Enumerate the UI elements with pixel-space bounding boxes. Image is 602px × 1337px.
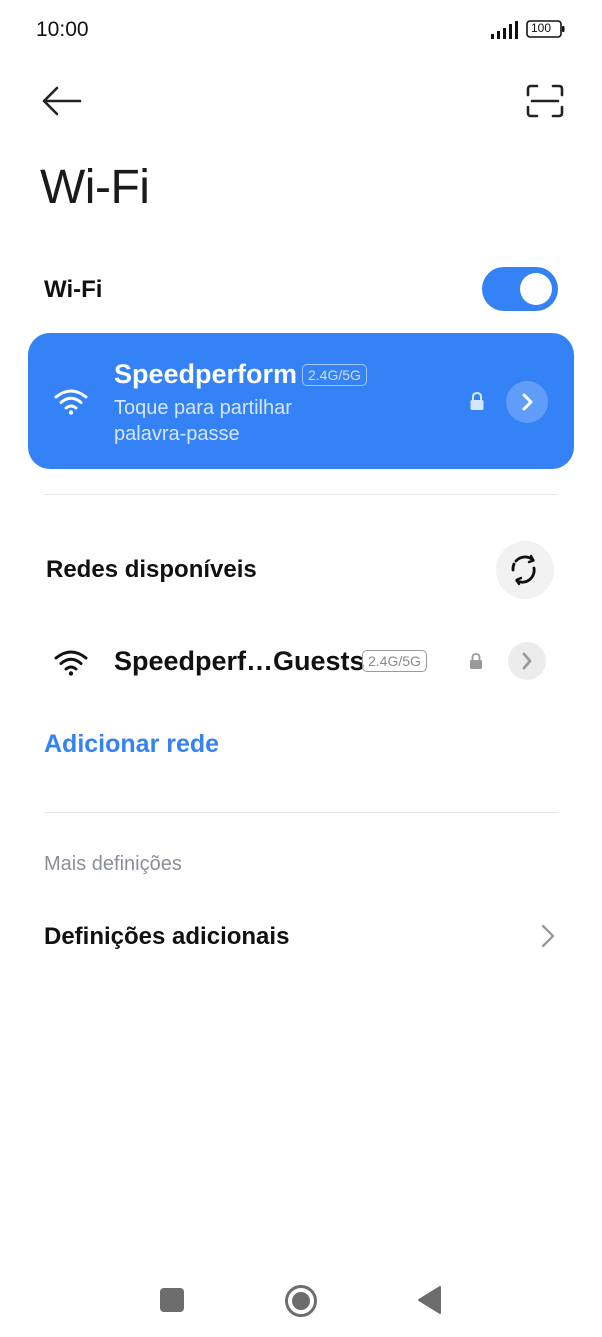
battery-level: 100 (531, 21, 552, 35)
scan-qr-icon[interactable] (526, 84, 564, 118)
share-password-hint: Toque para partilhar (114, 397, 292, 419)
wifi-icon (54, 650, 88, 676)
home-button[interactable] (284, 1284, 318, 1318)
status-time: 10:00 (36, 18, 89, 41)
back-arrow-icon[interactable] (40, 84, 82, 118)
wifi-toggle-label: Wi-Fi (44, 276, 103, 303)
network-details-button[interactable] (506, 381, 548, 423)
band-badge: 2.4G/5G (362, 650, 427, 672)
signal-icon (491, 21, 518, 39)
lock-icon (470, 391, 484, 410)
available-networks-title: Redes disponíveis (46, 556, 257, 583)
chevron-right-icon (522, 393, 533, 411)
connected-network-ssid: Speedperform (114, 359, 298, 389)
recents-button[interactable] (160, 1288, 184, 1312)
add-network-link[interactable]: Adicionar rede (44, 730, 219, 759)
chevron-right-icon (541, 924, 555, 948)
toggle-knob (520, 273, 552, 305)
additional-settings-label: Definições adicionais (44, 923, 290, 950)
wifi-icon (54, 389, 88, 415)
battery-icon: 100 (526, 20, 566, 38)
band-badge: 2.4G/5G (302, 364, 367, 386)
more-settings-header: Mais definições (44, 853, 182, 875)
network-ssid: Speedperf…Guests (114, 646, 365, 676)
divider (44, 812, 558, 813)
refresh-icon (511, 554, 536, 586)
wifi-toggle[interactable] (482, 267, 558, 311)
connected-network-card[interactable]: Speedperform 2.4G/5G Toque para partilha… (28, 333, 574, 469)
nav-back-button[interactable] (416, 1285, 442, 1315)
chevron-right-icon (522, 652, 532, 670)
list-item[interactable]: Speedperf…Guests 2.4G/5G (28, 626, 574, 696)
refresh-button[interactable] (496, 541, 554, 599)
share-password-hint-cont: palavra-passe (114, 423, 240, 445)
lock-icon (470, 653, 482, 669)
network-details-button[interactable] (508, 642, 546, 680)
divider (44, 494, 558, 495)
page-title: Wi-Fi (40, 161, 150, 214)
additional-settings-item[interactable]: Definições adicionais (28, 905, 574, 969)
